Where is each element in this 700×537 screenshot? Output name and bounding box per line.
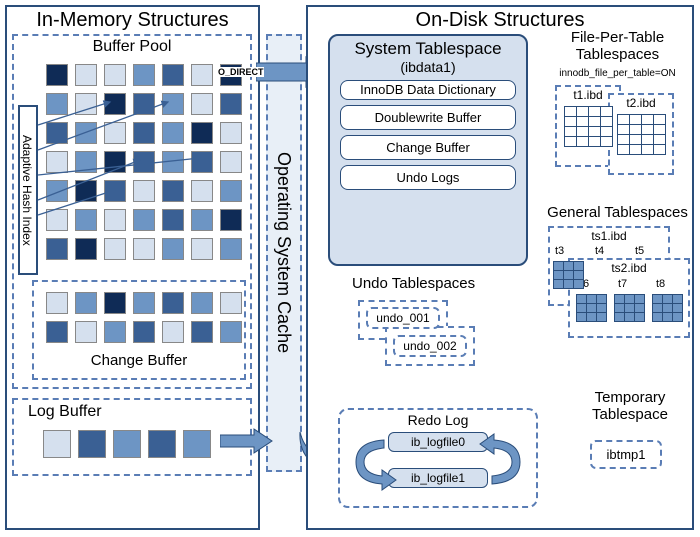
- system-tablespace: System Tablespace (ibdata1) InnoDB Data …: [328, 34, 528, 266]
- ts1-t4: t4: [595, 245, 604, 257]
- undo-001-label: undo_001: [366, 307, 440, 329]
- sys-item-change-buffer: Change Buffer: [340, 135, 516, 160]
- ts2-t7-icon: [614, 294, 645, 322]
- system-tablespace-title: System Tablespace: [330, 39, 526, 59]
- ts2-t6-icon: [576, 294, 607, 322]
- o-direct-label: O_DIRECT: [218, 67, 264, 77]
- t1-grid-icon: [564, 106, 613, 147]
- ts1-file: ts1.ibd: [548, 229, 670, 243]
- t2-label: t2.ibd: [608, 96, 674, 110]
- general-tablespaces-title: General Tablespaces: [545, 204, 690, 221]
- sys-item-doublewrite: Doublewrite Buffer: [340, 105, 516, 130]
- ts1-t3: t3: [555, 245, 564, 257]
- change-buffer-label: Change Buffer: [32, 352, 246, 369]
- log-buffer-title: Log Buffer: [28, 403, 250, 421]
- undo-tablespaces-title: Undo Tablespaces: [352, 275, 475, 292]
- redo-cycle-arrows: [338, 418, 538, 508]
- temporary-file: ibtmp1: [590, 440, 662, 469]
- adaptive-hash-label: Adaptive Hash Index: [20, 107, 36, 273]
- log-to-cache-arrow: [220, 428, 275, 454]
- ts2-file: ts2.ibd: [568, 261, 690, 275]
- system-tablespace-subtitle: (ibdata1): [330, 59, 526, 75]
- ts2-t8-icon: [652, 294, 683, 322]
- file-per-table-option: innodb_file_per_table=ON: [545, 68, 690, 79]
- ts2-t7: t7: [618, 278, 627, 290]
- adaptive-hash-index: Adaptive Hash Index: [18, 105, 38, 275]
- sys-item-undo-logs: Undo Logs: [340, 165, 516, 190]
- buffer-pool-title: Buffer Pool: [14, 38, 250, 56]
- ts1-t5: t5: [635, 245, 644, 257]
- temporary-tablespace-title: Temporary Tablespace: [575, 390, 685, 423]
- file-per-table-title: File-Per-Table Tablespaces: [545, 30, 690, 63]
- t2-grid-icon: [617, 114, 666, 155]
- ts1-t3-icon: [553, 261, 584, 289]
- sys-item-data-dict: InnoDB Data Dictionary: [340, 80, 516, 100]
- os-cache-label: Operating System Cache: [268, 36, 300, 470]
- undo-002-label: undo_002: [393, 335, 467, 357]
- ts2-t8: t8: [656, 278, 665, 290]
- in-memory-title: In-Memory Structures: [7, 9, 258, 32]
- operating-system-cache: Operating System Cache: [266, 34, 302, 472]
